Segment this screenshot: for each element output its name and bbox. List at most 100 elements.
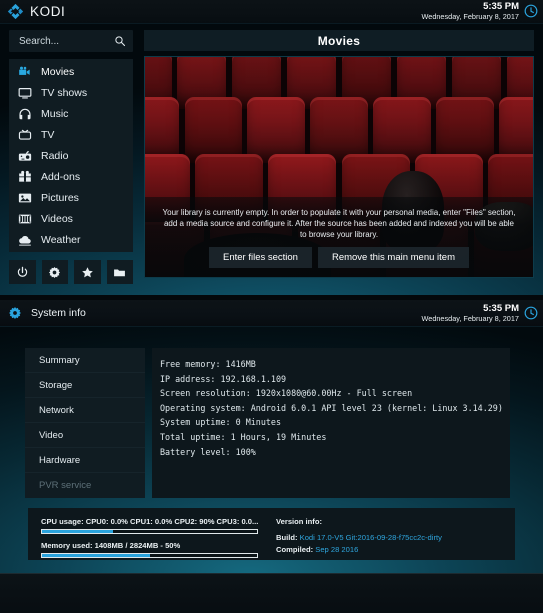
- film-strip-icon: [18, 212, 32, 226]
- sys-nav-label: Hardware: [39, 454, 81, 466]
- movies-backdrop: Your library is currently empty. In orde…: [144, 56, 534, 278]
- sys-nav-label: PVR service: [39, 480, 92, 491]
- search-icon[interactable]: [114, 35, 126, 47]
- sidebar-item-videos[interactable]: Videos: [9, 208, 133, 229]
- power-icon: [17, 266, 27, 277]
- sidebar-item-label: Radio: [41, 149, 69, 162]
- home-clock-time: 5:35 PM: [483, 1, 519, 12]
- remove-main-menu-item-button[interactable]: Remove this main menu item: [317, 247, 469, 268]
- sys-nav-label: Summary: [39, 354, 80, 366]
- detail-total-uptime: Total uptime: 1 Hours, 19 Minutes: [160, 431, 327, 442]
- quick-access-bar: [9, 260, 133, 284]
- sidebar-item-label: Add-ons: [41, 170, 81, 183]
- sidebar-item-movies[interactable]: Movies: [9, 61, 133, 82]
- sidebar-item-label: Videos: [41, 212, 73, 225]
- system-info-details: Free memory: 1416MB IP address: 192.168.…: [152, 348, 510, 498]
- sys-nav-item-summary[interactable]: Summary: [25, 348, 145, 373]
- clock-icon: [524, 4, 538, 18]
- system-info-title: System info: [31, 307, 86, 319]
- compiled-row: Compiled: Sep 28 2016: [276, 544, 515, 556]
- home-window: KODI 5:35 PM Wednesday, February 8, 2017…: [0, 0, 543, 295]
- resource-usage: CPU usage: CPU0: 0.0% CPU1: 0.0% CPU2: 9…: [28, 508, 270, 560]
- star-icon: [81, 266, 93, 277]
- home-clock-date: Wednesday, February 8, 2017: [421, 12, 520, 21]
- sidebar-item-label: Pictures: [41, 191, 79, 204]
- version-info-heading: Version info:: [276, 517, 322, 526]
- sys-nav-item-video[interactable]: Video: [25, 423, 145, 448]
- system-stats-panel: CPU usage: CPU0: 0.0% CPU1: 0.0% CPU2: 9…: [28, 508, 515, 560]
- sys-nav-item-storage[interactable]: Storage: [25, 373, 145, 398]
- kodi-screen: KODI 5:35 PM Wednesday, February 8, 2017…: [0, 0, 543, 613]
- headphones-icon: [18, 107, 32, 121]
- sidebar-item-music[interactable]: Music: [9, 103, 133, 124]
- system-info-nav: Summary Storage Network Video Hardware P…: [25, 348, 145, 498]
- sys-nav-item-hardware[interactable]: Hardware: [25, 448, 145, 473]
- sidebar-item-label: Movies: [41, 65, 75, 78]
- app-logo: KODI: [7, 3, 65, 20]
- sys-nav-label: Network: [39, 404, 74, 416]
- sys-nav-item-pvr-service: PVR service: [25, 473, 145, 498]
- cpu-usage-bar-fill: [42, 530, 113, 533]
- sidebar-item-tv-shows[interactable]: TV shows: [9, 82, 133, 103]
- cpu-usage-label: CPU usage: CPU0: 0.0% CPU1: 0.0% CPU2: 9…: [41, 517, 259, 526]
- folder-icon: [114, 269, 126, 276]
- page-title: Movies: [317, 33, 361, 48]
- detail-screen-resolution: Screen resolution: 1920x1080@60.00Hz - F…: [160, 388, 413, 399]
- power-button[interactable]: [9, 260, 36, 284]
- enter-files-section-button[interactable]: Enter files section: [208, 247, 312, 268]
- compiled-value: Sep 28 2016: [315, 544, 359, 554]
- sys-nav-label: Video: [39, 429, 64, 441]
- empty-library-overlay: Your library is currently empty. In orde…: [145, 197, 533, 277]
- favourites-button[interactable]: [74, 260, 101, 284]
- gear-icon: [49, 266, 61, 278]
- system-clock-time: 5:35 PM: [483, 303, 519, 314]
- sidebar-item-tv[interactable]: TV: [9, 124, 133, 145]
- sys-nav-label: Storage: [39, 379, 73, 391]
- bottom-bar: [0, 573, 543, 613]
- monitor-icon: [18, 86, 32, 100]
- system-info-top-bar: System info 5:35 PM Wednesday, February …: [0, 300, 543, 327]
- empty-library-actions: Enter files section Remove this main men…: [159, 247, 519, 268]
- detail-battery-level: Battery level: 100%: [160, 446, 256, 457]
- sidebar-item-pictures[interactable]: Pictures: [9, 187, 133, 208]
- detail-operating-system: Operating system: Android 6.0.1 API leve…: [160, 402, 503, 413]
- sidebar-item-label: TV shows: [41, 86, 88, 99]
- build-row: Build: Kodi 17.0-V5 Git:2016-09-28-f75cc…: [276, 532, 515, 544]
- movies-title-bar: Movies: [144, 30, 534, 51]
- movies-panel: Movies Your library is currently empty. …: [144, 30, 534, 278]
- sidebar-item-label: Weather: [41, 233, 81, 246]
- search-input[interactable]: Search...: [9, 30, 133, 52]
- clock-icon: [524, 306, 538, 320]
- sidebar-item-radio[interactable]: Radio: [9, 145, 133, 166]
- home-clock: 5:35 PM Wednesday, February 8, 2017: [422, 1, 539, 21]
- kodi-logo-icon: [7, 3, 24, 20]
- search-placeholder: Search...: [19, 35, 60, 47]
- home-top-bar: KODI 5:35 PM Wednesday, February 8, 2017: [0, 0, 543, 24]
- detail-system-uptime: System uptime: 0 Minutes: [160, 417, 282, 428]
- settings-button[interactable]: [41, 260, 68, 284]
- addons-box-icon: [18, 170, 32, 184]
- gear-icon: [9, 307, 21, 319]
- memory-used-bar-fill: [42, 554, 150, 557]
- sidebar-item-weather[interactable]: Weather: [9, 229, 133, 250]
- build-label: Build:: [276, 533, 298, 542]
- version-info: Version info: Build: Kodi 17.0-V5 Git:20…: [270, 508, 515, 560]
- sidebar-item-label: Music: [41, 107, 69, 120]
- build-value: Kodi 17.0-V5 Git:2016-09-28-f75cc2c-dirt…: [299, 533, 442, 542]
- sidebar-item-add-ons[interactable]: Add-ons: [9, 166, 133, 187]
- compiled-label: Compiled:: [276, 544, 314, 554]
- cpu-usage-bar: [41, 529, 258, 534]
- detail-free-memory: Free memory: 1416MB: [160, 359, 256, 369]
- sys-nav-item-network[interactable]: Network: [25, 398, 145, 423]
- radio-icon: [18, 149, 32, 163]
- television-icon: [18, 128, 32, 142]
- file-manager-button[interactable]: [106, 260, 133, 284]
- system-clock-date: Wednesday, February 8, 2017: [421, 314, 520, 323]
- main-menu: Movies TV shows Music TV Radio Add-ons P…: [9, 59, 133, 252]
- sidebar-item-label: TV: [41, 128, 55, 141]
- memory-used-bar: [41, 553, 258, 558]
- picture-icon: [18, 191, 32, 205]
- empty-library-message: Your library is currently empty. In orde…: [162, 208, 516, 239]
- cloud-icon: [18, 233, 32, 247]
- system-info-clock: 5:35 PM Wednesday, February 8, 2017: [422, 303, 539, 323]
